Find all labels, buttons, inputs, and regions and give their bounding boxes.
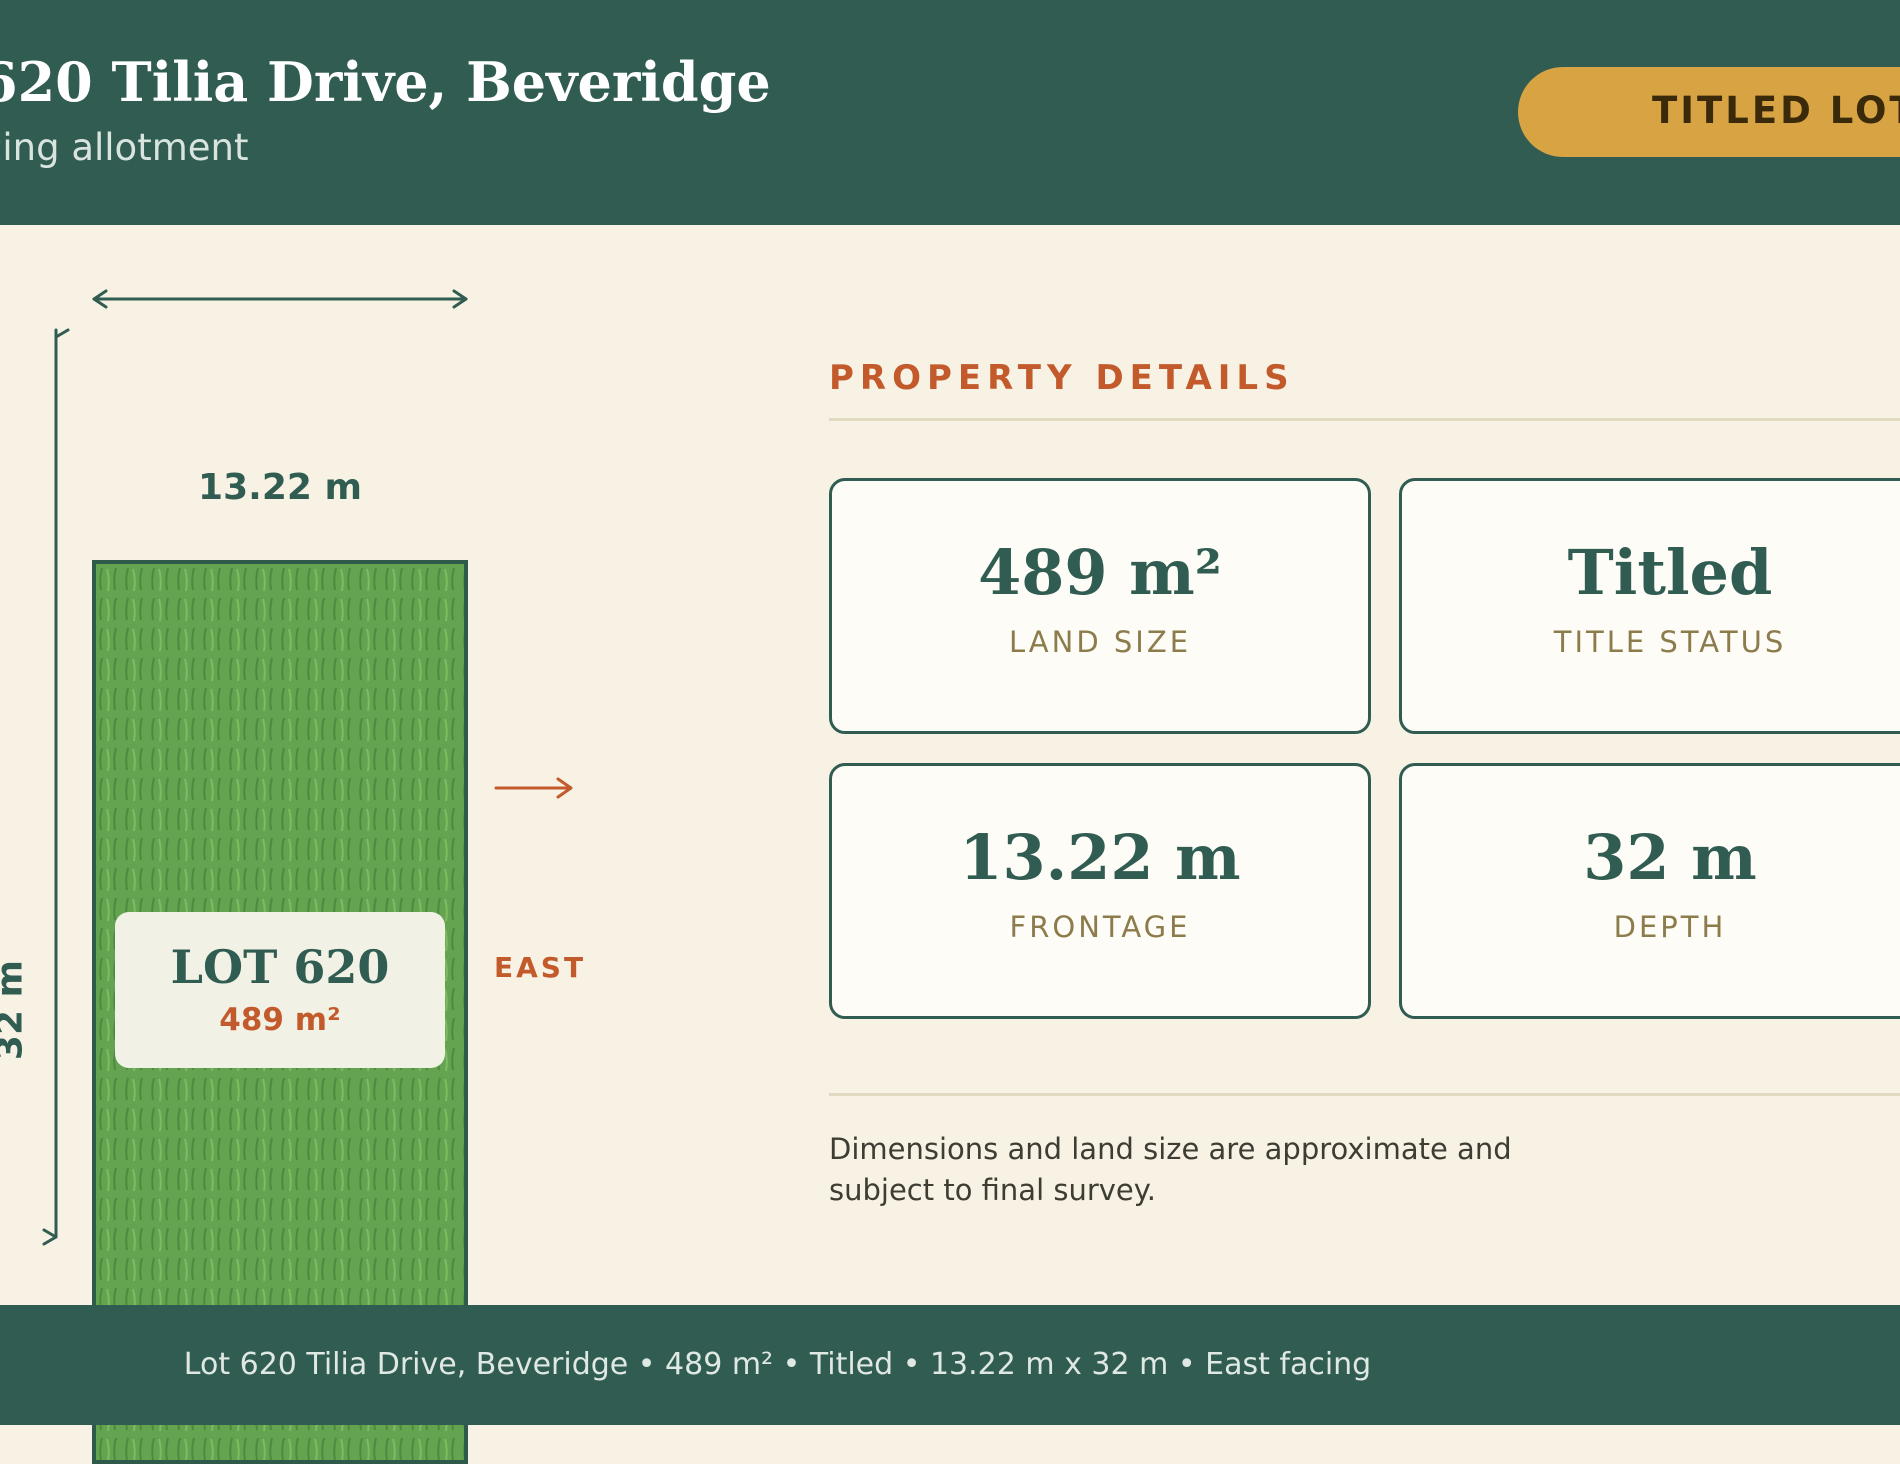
card-value: Titled [1567, 536, 1773, 609]
property-details: PROPERTY DETAILS 489 m² LAND SIZE Titled… [829, 0, 1900, 1300]
section-title: PROPERTY DETAILS [829, 358, 1295, 398]
page-footer: Lot 620 Tilia Drive, Beveridge • 489 m² … [0, 1305, 1900, 1425]
card-value: 13.22 m [959, 821, 1241, 894]
east-arrow-icon [494, 777, 573, 799]
card-value: 489 m² [978, 536, 1222, 609]
section-divider-top [829, 418, 1900, 421]
card-label: TITLE STATUS [1553, 625, 1787, 660]
footer-summary: Lot 620 Tilia Drive, Beveridge • 489 m² … [183, 1347, 1372, 1382]
title-status-card: Titled TITLE STATUS [1399, 478, 1900, 734]
page-title: 620 Tilia Drive, Beveridge [0, 50, 771, 114]
disclaimer-text: Dimensions and land size are approximate… [829, 1132, 1512, 1207]
orientation-label: EAST [494, 951, 587, 984]
depth-dimension-label: 32 m [0, 960, 31, 1061]
section-divider-bottom [829, 1093, 1900, 1096]
page-subtitle: cing allotment [0, 126, 249, 169]
card-label: DEPTH [1613, 910, 1727, 945]
depth-card: 32 m DEPTH [1399, 763, 1900, 1019]
card-label: LAND SIZE [1008, 625, 1192, 660]
lot-number: LOT 620 [170, 940, 390, 994]
depth-arrow-top-head [54, 328, 70, 339]
land-size-card: 489 m² LAND SIZE [829, 478, 1371, 734]
lot-diagram: 13.22 m 32 m LOT 620 489 m² EAST [0, 225, 800, 1464]
card-label: FRONTAGE [1009, 910, 1191, 945]
frontage-card: 13.22 m FRONTAGE [829, 763, 1371, 1019]
lot-label-card: LOT 620 489 m² [115, 912, 445, 1068]
depth-arrow-bottom-head [42, 1228, 58, 1246]
lot-area: 489 m² [219, 1002, 341, 1038]
card-value: 32 m [1583, 821, 1757, 894]
